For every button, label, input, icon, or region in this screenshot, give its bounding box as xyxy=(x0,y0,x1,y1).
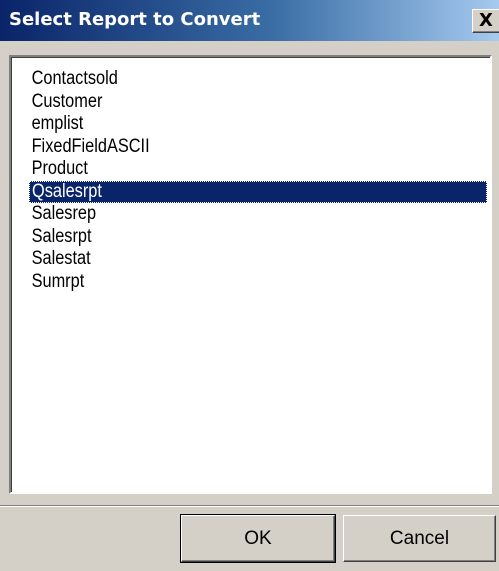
list-item-customer[interactable]: Customer xyxy=(29,91,422,114)
list-item-contactsold[interactable]: Contactsold xyxy=(29,68,422,91)
list-item-product[interactable]: Product xyxy=(29,158,422,181)
report-listbox[interactable]: Contactsold Customer emplist FixedFieldA… xyxy=(9,55,492,494)
list-item-salesrpt[interactable]: Salesrpt xyxy=(29,226,422,249)
button-area-divider xyxy=(0,505,499,507)
list-item-salesrep[interactable]: Salesrep xyxy=(29,203,422,226)
report-list-items: Contactsold Customer emplist FixedFieldA… xyxy=(29,68,487,294)
list-item-qsalesrpt[interactable]: Qsalesrpt xyxy=(29,180,487,203)
cancel-button[interactable]: Cancel xyxy=(343,515,496,562)
close-button[interactable]: X xyxy=(472,9,499,33)
ok-button[interactable]: OK xyxy=(180,514,336,563)
close-icon: X xyxy=(479,10,493,31)
window-title: Select Report to Convert xyxy=(9,9,261,30)
list-item-emplist[interactable]: emplist xyxy=(29,113,422,136)
list-item-qsalesrpt-label: Qsalesrpt xyxy=(32,180,102,202)
list-item-sumrpt[interactable]: Sumrpt xyxy=(29,271,422,294)
list-item-fixedfieldascii[interactable]: FixedFieldASCII xyxy=(29,136,422,159)
title-bar[interactable]: Select Report to Convert X xyxy=(0,0,499,41)
list-item-salestat[interactable]: Salestat xyxy=(29,248,422,271)
select-report-dialog: Select Report to Convert X Contactsold C… xyxy=(0,0,499,571)
